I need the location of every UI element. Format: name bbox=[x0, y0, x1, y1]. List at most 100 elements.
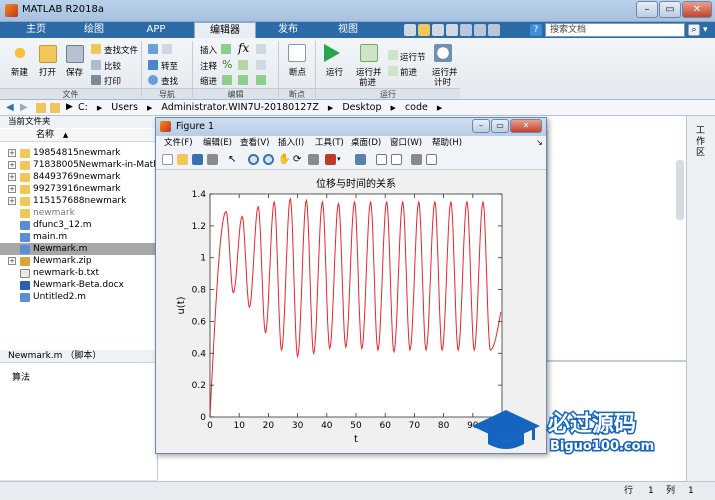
editor-text-region[interactable] bbox=[547, 130, 686, 360]
file-list-item[interactable]: Untitled2.m bbox=[0, 291, 158, 303]
menu-edit[interactable]: 编辑(E) bbox=[203, 136, 232, 150]
copy-quick-icon[interactable] bbox=[432, 24, 444, 36]
compare-button[interactable]: 比较 bbox=[104, 60, 121, 72]
minimize-button[interactable]: – bbox=[636, 1, 658, 18]
comment-button[interactable]: 注释 bbox=[200, 60, 217, 72]
pan-hand-icon[interactable]: ✋ bbox=[278, 154, 290, 165]
wrap-comment-icon[interactable] bbox=[238, 60, 248, 70]
file-list-item[interactable]: +115157688newmark bbox=[0, 195, 158, 207]
expand-plus-icon[interactable]: + bbox=[8, 149, 16, 157]
menu-view[interactable]: 查看(V) bbox=[240, 136, 269, 150]
menu-insert[interactable]: 插入(I) bbox=[278, 136, 304, 150]
cut-quick-icon[interactable] bbox=[418, 24, 430, 36]
paste-quick-icon[interactable] bbox=[446, 24, 458, 36]
figure-minimize-button[interactable]: – bbox=[472, 119, 490, 133]
tab-editor[interactable]: 编辑器 bbox=[194, 22, 256, 38]
help-icon[interactable]: ? bbox=[530, 24, 542, 36]
tab-publish[interactable]: 发布 bbox=[268, 22, 308, 38]
close-button[interactable]: ✕ bbox=[682, 1, 712, 18]
figure-close-button[interactable]: ✕ bbox=[510, 119, 542, 133]
rotate-icon[interactable]: ⟳ bbox=[293, 154, 304, 165]
file-list-item[interactable]: newmark-b.txt bbox=[0, 267, 158, 279]
breadcrumb-drive[interactable]: C: bbox=[78, 102, 88, 113]
forward-arrow-icon[interactable]: ▶ bbox=[20, 102, 28, 113]
show-plot-tools-icon[interactable] bbox=[426, 154, 437, 165]
save-quick-icon[interactable] bbox=[404, 24, 416, 36]
tab-home[interactable]: 主页 bbox=[16, 22, 56, 38]
editor-scrollbar[interactable] bbox=[676, 160, 684, 220]
hide-plot-tools-icon[interactable] bbox=[411, 154, 422, 165]
breakpoints-button[interactable]: 断点 bbox=[289, 66, 306, 78]
menu-window[interactable]: 窗口(W) bbox=[390, 136, 422, 150]
expand-plus-icon[interactable]: + bbox=[8, 185, 16, 193]
run-and-advance-button-line2[interactable]: 前进 bbox=[359, 76, 376, 88]
redo-quick-icon[interactable] bbox=[474, 24, 486, 36]
run-button[interactable]: 运行 bbox=[326, 66, 343, 78]
search-icon[interactable]: ⌕ bbox=[688, 24, 700, 36]
file-list-item[interactable]: +84493769newmark bbox=[0, 171, 158, 183]
menu-help[interactable]: 帮助(H) bbox=[432, 136, 462, 150]
figure-maximize-button[interactable]: ▭ bbox=[491, 119, 509, 133]
up-folder-icon[interactable] bbox=[36, 103, 46, 113]
file-list-item[interactable]: main.m bbox=[0, 231, 158, 243]
find-button[interactable]: 查找 bbox=[161, 75, 178, 87]
undo-quick-icon[interactable] bbox=[460, 24, 472, 36]
chevron-down-icon[interactable]: ▾ bbox=[703, 25, 708, 35]
zoom-in-icon[interactable] bbox=[248, 154, 259, 165]
search-input[interactable]: 搜索文档 bbox=[545, 23, 685, 37]
run-section-button[interactable]: 运行节 bbox=[400, 51, 426, 63]
menu-dock-arrow-icon[interactable]: ↘ bbox=[536, 138, 543, 147]
insert-section-icon[interactable] bbox=[221, 44, 231, 54]
function-fx-icon[interactable]: fx bbox=[238, 41, 249, 55]
open-button[interactable]: 打开 bbox=[39, 66, 56, 78]
mail-icon[interactable] bbox=[162, 44, 172, 54]
save-button[interactable]: 保存 bbox=[66, 66, 83, 78]
menu-desktop[interactable]: 桌面(D) bbox=[351, 136, 381, 150]
increase-indent-icon[interactable] bbox=[238, 75, 248, 85]
insert-button[interactable]: 插入 bbox=[200, 44, 217, 56]
indent-button[interactable]: 缩进 bbox=[200, 75, 217, 87]
smart-indent-icon[interactable] bbox=[222, 75, 232, 85]
file-list-item[interactable]: Newmark-Beta.docx bbox=[0, 279, 158, 291]
open-file-icon[interactable] bbox=[177, 154, 188, 165]
brush-icon[interactable] bbox=[325, 154, 336, 165]
expand-plus-icon[interactable]: + bbox=[8, 197, 16, 205]
expand-plus-icon[interactable]: + bbox=[8, 257, 16, 265]
file-list-item[interactable]: +71838005Newmark-in-Matlab bbox=[0, 159, 167, 171]
maximize-button[interactable]: ▭ bbox=[659, 1, 681, 18]
tab-plots[interactable]: 绘图 bbox=[74, 22, 114, 38]
data-cursor-icon[interactable] bbox=[308, 154, 319, 165]
link-plot-icon[interactable] bbox=[355, 154, 366, 165]
file-list-item[interactable]: newmark bbox=[0, 207, 158, 219]
go-to-button[interactable]: 转至 bbox=[161, 60, 178, 72]
workspace-panel[interactable]: 工作区 bbox=[686, 116, 715, 481]
expand-plus-icon[interactable]: + bbox=[8, 161, 16, 169]
file-list-item[interactable]: Newmark.m bbox=[0, 243, 158, 255]
insert-legend-icon[interactable] bbox=[391, 154, 402, 165]
brush-dropdown-icon[interactable]: ▾ bbox=[337, 154, 348, 165]
file-list-item[interactable]: +99273916newmark bbox=[0, 183, 158, 195]
zoom-out-icon[interactable] bbox=[263, 154, 274, 165]
file-list-item[interactable]: dfunc3_12.m bbox=[0, 219, 158, 231]
breadcrumb-users[interactable]: Users bbox=[111, 102, 138, 113]
insert-colorbar-icon[interactable] bbox=[376, 154, 387, 165]
print-figure-icon[interactable] bbox=[207, 154, 218, 165]
find-files-button[interactable]: 查找文件 bbox=[104, 44, 138, 56]
percent-comment-icon[interactable]: % bbox=[222, 58, 232, 71]
save-figure-icon[interactable] bbox=[192, 154, 203, 165]
switch-windows-icon[interactable] bbox=[488, 24, 500, 36]
expand-plus-icon[interactable]: + bbox=[8, 173, 16, 181]
browse-folder-icon[interactable] bbox=[50, 103, 60, 113]
file-list-item[interactable]: + Newmark.zip bbox=[0, 255, 158, 267]
back-arrow-icon[interactable] bbox=[148, 44, 158, 54]
figure-title-bar[interactable]: Figure 1 – ▭ ✕ bbox=[156, 118, 546, 136]
breadcrumb-desktop[interactable]: Desktop bbox=[342, 102, 381, 113]
file-list-item[interactable]: +19854815newmark bbox=[0, 147, 158, 159]
menu-file[interactable]: 文件(F) bbox=[164, 136, 193, 150]
uncomment-icon[interactable] bbox=[256, 60, 266, 70]
new-figure-icon[interactable] bbox=[162, 154, 173, 165]
print-button[interactable]: 打印 bbox=[104, 75, 121, 87]
decrease-indent-icon[interactable] bbox=[256, 75, 266, 85]
breadcrumb-code[interactable]: code bbox=[405, 102, 428, 113]
pointer-icon[interactable]: ↖ bbox=[228, 154, 239, 165]
